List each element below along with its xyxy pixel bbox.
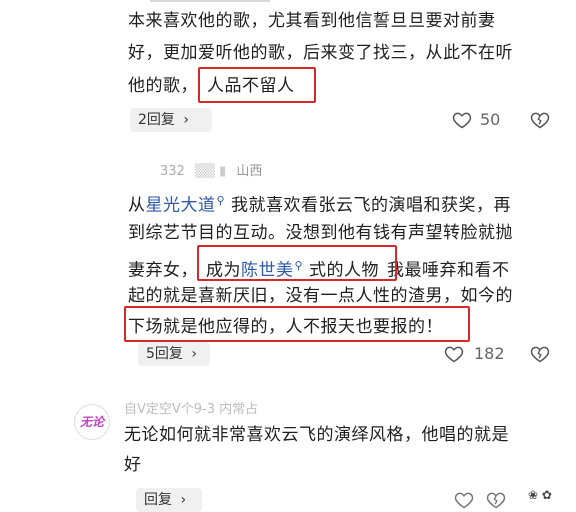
watermark-icon: ❀ ✿ (528, 488, 552, 502)
chevron-right-icon: › (180, 492, 187, 508)
text-segment: 我就喜欢看张云飞的演唱和获奖，再 (230, 195, 511, 216)
comment-3-line-1: 无论如何就非常喜欢云飞的演绎风格，他唱的就是 (124, 425, 509, 445)
reply-label: 2回复 (138, 112, 175, 128)
broken-heart-icon[interactable] (530, 110, 550, 130)
text-segment: 我最唾弃和看不 (386, 260, 510, 281)
comment-3-meta: 自V定空V个9-3 内常占 (124, 402, 259, 417)
reply-button-1[interactable]: 2回复 › (130, 108, 212, 132)
comment-2-line-2: 到综艺节目的互动。没想到他有钱有声望转脸就抛 (128, 223, 513, 243)
broken-heart-icon[interactable] (486, 490, 506, 510)
cropped-top-text (150, 0, 400, 4)
chevron-right-icon: › (183, 112, 189, 128)
like-count-1: 50 (480, 110, 501, 129)
comment-3-line-2: 好 (124, 455, 142, 475)
location: 山西 (236, 164, 263, 179)
comment-2-line-1: 从星光大道⚲ 我就喜欢看张云飞的演唱和获奖，再 (128, 186, 511, 221)
chevron-right-icon: › (191, 346, 197, 362)
text-segment: 从 (128, 195, 146, 216)
blurred-chars: ▒▒ ▮ (194, 164, 227, 179)
highlight-box-2 (197, 245, 397, 281)
highlight-box-3 (124, 306, 470, 342)
heart-outline-icon[interactable] (444, 344, 464, 364)
reply-button-2[interactable]: 5回复 › (138, 342, 210, 366)
xingguangdadao-link[interactable]: 星光大道 (146, 196, 216, 216)
like-count-2: 182 (474, 344, 505, 363)
text-segment: 妻弃女， (128, 260, 198, 281)
comment-1-line-1: 本来喜欢他的歌，尤其看到他信誓旦旦要对前妻 (128, 11, 496, 31)
comment-1-line-2: 好，更加爱听他的歌，后来变了找三，从此不在听 (128, 43, 513, 63)
heart-outline-icon[interactable] (452, 110, 472, 130)
user-id: 332 (160, 164, 185, 179)
heart-outline-icon[interactable] (454, 490, 474, 510)
reply-button-3[interactable]: 回复 › (136, 488, 202, 512)
comment-2-meta: 332 ▒▒ ▮ 山西 (160, 160, 262, 179)
reply-label: 回复 (144, 492, 172, 508)
broken-heart-icon[interactable] (530, 344, 550, 364)
reply-label: 5回复 (146, 346, 183, 362)
search-mark-icon: ⚲ (216, 194, 226, 207)
avatar[interactable]: 无论 (74, 404, 110, 440)
highlight-box-1 (198, 67, 316, 103)
comment-1-line-3: 他的歌， (128, 76, 198, 96)
